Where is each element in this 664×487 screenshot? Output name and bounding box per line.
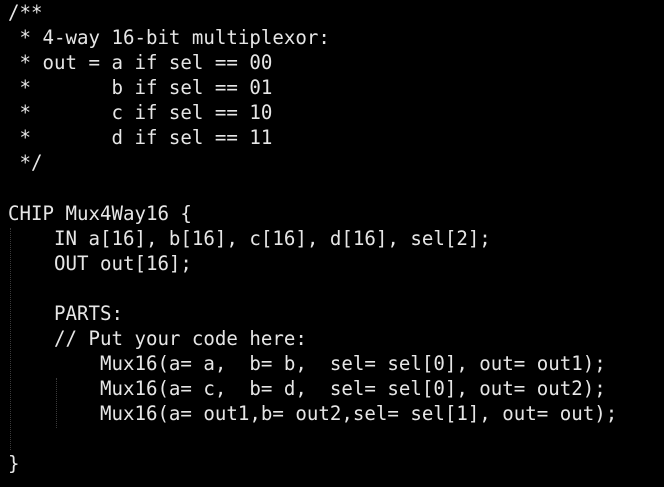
code-line-6: * d if sel == 11 xyxy=(8,126,273,149)
code-line-10: IN a[16], b[16], c[16], d[16], sel[2]; xyxy=(8,227,491,250)
code-line-15: Mux16(a= a, b= b, sel= sel[0], out= out1… xyxy=(8,352,606,375)
code-line-9: CHIP Mux4Way16 { xyxy=(8,202,192,225)
code-line-17: Mux16(a= out1,b= out2,sel= sel[1], out= … xyxy=(8,402,618,425)
code-editor[interactable]: /** * 4-way 16-bit multiplexor: * out = … xyxy=(0,0,664,487)
code-line-2: * 4-way 16-bit multiplexor: xyxy=(8,26,330,49)
code-line-3: * out = a if sel == 00 xyxy=(8,51,273,74)
code-line-11: OUT out[16]; xyxy=(8,252,192,275)
code-line-4: * b if sel == 01 xyxy=(8,76,273,99)
code-line-1: /** xyxy=(8,1,43,24)
code-line-14: // Put your code here: xyxy=(8,327,307,350)
code-line-13: PARTS: xyxy=(8,302,123,325)
code-line-16: Mux16(a= c, b= d, sel= sel[0], out= out2… xyxy=(8,377,606,400)
code-line-5: * c if sel == 10 xyxy=(8,101,273,124)
code-line-19: } xyxy=(8,452,20,475)
code-line-7: */ xyxy=(8,151,43,174)
